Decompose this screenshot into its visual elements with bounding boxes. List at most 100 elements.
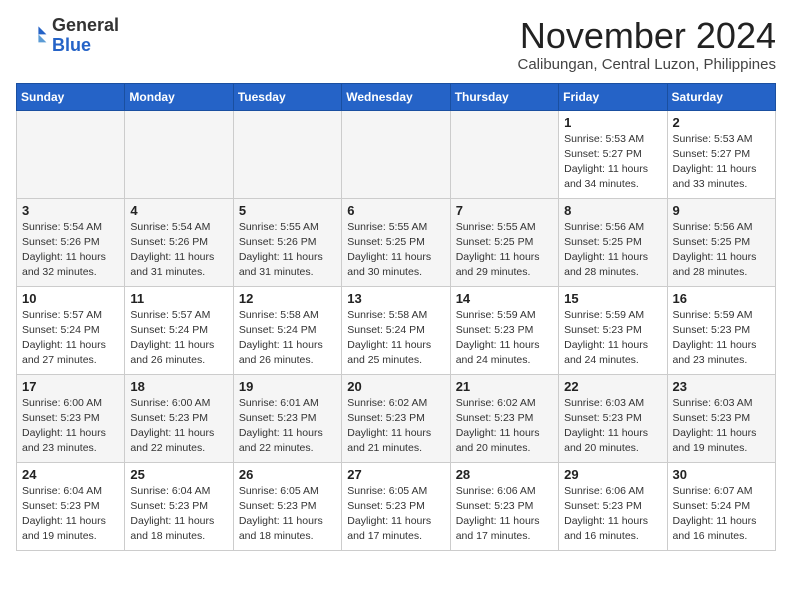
week-row-2: 3Sunrise: 5:54 AM Sunset: 5:26 PM Daylig… [17, 198, 776, 286]
calendar-cell [17, 110, 125, 198]
day-number: 20 [347, 379, 444, 394]
day-number: 26 [239, 467, 336, 482]
calendar-cell: 4Sunrise: 5:54 AM Sunset: 5:26 PM Daylig… [125, 198, 233, 286]
calendar-cell: 8Sunrise: 5:56 AM Sunset: 5:25 PM Daylig… [559, 198, 667, 286]
day-info: Sunrise: 6:01 AM Sunset: 5:23 PM Dayligh… [239, 396, 336, 457]
day-number: 28 [456, 467, 553, 482]
day-info: Sunrise: 6:03 AM Sunset: 5:23 PM Dayligh… [564, 396, 661, 457]
week-row-5: 24 Sunrise: 6:04 AM Sunset: 5:23 PM Dayli… [17, 462, 776, 550]
calendar-cell: 16 Sunrise: 5:59 AM Sunset: 5:23 PM Dayli… [667, 286, 775, 374]
day-number: 13 [347, 291, 444, 306]
day-info: Sunrise: 5:57 AM Sunset: 5:24 PM Dayligh… [22, 308, 119, 369]
day-info: Sunrise: 5:58 AM Sunset: 5:24 PM Dayligh… [347, 308, 444, 369]
calendar-cell: 20Sunrise: 6:02 AM Sunset: 5:23 PM Dayli… [342, 374, 450, 462]
calendar-cell [233, 110, 341, 198]
day-info: Sunrise: 5:58 AM Sunset: 5:24 PM Dayligh… [239, 308, 336, 369]
logo: General Blue [16, 16, 119, 56]
calendar-cell: 19 Sunrise: 6:01 AM Sunset: 5:23 PM Dayli… [233, 374, 341, 462]
calendar-cell: 2Sunrise: 5:53 AM Sunset: 5:27 PM Daylig… [667, 110, 775, 198]
day-number: 25 [130, 467, 227, 482]
calendar-cell: 9 Sunrise: 5:56 AM Sunset: 5:25 PM Daylig… [667, 198, 775, 286]
logo-icon [16, 20, 48, 52]
day-info: Sunrise: 5:56 AM Sunset: 5:25 PM Dayligh… [564, 220, 661, 281]
logo-general: General [52, 15, 119, 35]
title-block: November 2024 Calibungan, Central Luzon,… [517, 16, 776, 73]
calendar-cell: 17 Sunrise: 6:00 AM Sunset: 5:23 PM Dayli… [17, 374, 125, 462]
day-number: 17 [22, 379, 119, 394]
calendar-cell: 26 Sunrise: 6:05 AM Sunset: 5:23 PM Dayli… [233, 462, 341, 550]
day-info: Sunrise: 6:04 AM Sunset: 5:23 PM Dayligh… [130, 484, 227, 545]
calendar-cell: 5 Sunrise: 5:55 AM Sunset: 5:26 PM Daylig… [233, 198, 341, 286]
day-number: 22 [564, 379, 661, 394]
location-subtitle: Calibungan, Central Luzon, Philippines [517, 56, 776, 73]
week-row-4: 17 Sunrise: 6:00 AM Sunset: 5:23 PM Dayli… [17, 374, 776, 462]
calendar-cell: 6 Sunrise: 5:55 AM Sunset: 5:25 PM Daylig… [342, 198, 450, 286]
day-number: 1 [564, 115, 661, 130]
calendar-cell: 13 Sunrise: 5:58 AM Sunset: 5:24 PM Dayli… [342, 286, 450, 374]
day-info: Sunrise: 5:57 AM Sunset: 5:24 PM Dayligh… [130, 308, 227, 369]
calendar-cell: 21 Sunrise: 6:02 AM Sunset: 5:23 PM Dayli… [450, 374, 558, 462]
day-number: 5 [239, 203, 336, 218]
day-number: 11 [130, 291, 227, 306]
calendar-cell: 10 Sunrise: 5:57 AM Sunset: 5:24 PM Dayli… [17, 286, 125, 374]
day-info: Sunrise: 6:00 AM Sunset: 5:23 PM Dayligh… [22, 396, 119, 457]
day-info: Sunrise: 5:55 AM Sunset: 5:25 PM Dayligh… [456, 220, 553, 281]
weekday-header-row: SundayMondayTuesdayWednesdayThursdayFrid… [17, 83, 776, 110]
day-number: 21 [456, 379, 553, 394]
day-number: 30 [673, 467, 770, 482]
calendar-cell: 15Sunrise: 5:59 AM Sunset: 5:23 PM Dayli… [559, 286, 667, 374]
day-number: 18 [130, 379, 227, 394]
calendar-cell: 3Sunrise: 5:54 AM Sunset: 5:26 PM Daylig… [17, 198, 125, 286]
day-info: Sunrise: 6:05 AM Sunset: 5:23 PM Dayligh… [347, 484, 444, 545]
day-number: 7 [456, 203, 553, 218]
day-info: Sunrise: 6:00 AM Sunset: 5:23 PM Dayligh… [130, 396, 227, 457]
day-info: Sunrise: 5:59 AM Sunset: 5:23 PM Dayligh… [673, 308, 770, 369]
week-row-1: 1 Sunrise: 5:53 AM Sunset: 5:27 PM Daylig… [17, 110, 776, 198]
weekday-header-sunday: Sunday [17, 83, 125, 110]
calendar-cell: 22 Sunrise: 6:03 AM Sunset: 5:23 PM Dayli… [559, 374, 667, 462]
weekday-header-wednesday: Wednesday [342, 83, 450, 110]
calendar-cell: 25 Sunrise: 6:04 AM Sunset: 5:23 PM Dayli… [125, 462, 233, 550]
calendar-cell: 23Sunrise: 6:03 AM Sunset: 5:23 PM Dayli… [667, 374, 775, 462]
day-number: 24 [22, 467, 119, 482]
day-info: Sunrise: 5:55 AM Sunset: 5:26 PM Dayligh… [239, 220, 336, 281]
weekday-header-saturday: Saturday [667, 83, 775, 110]
month-title: November 2024 [517, 16, 776, 56]
logo-text: General Blue [52, 16, 119, 56]
calendar-cell [342, 110, 450, 198]
day-info: Sunrise: 6:05 AM Sunset: 5:23 PM Dayligh… [239, 484, 336, 545]
day-number: 12 [239, 291, 336, 306]
calendar-cell: 28 Sunrise: 6:06 AM Sunset: 5:23 PM Dayli… [450, 462, 558, 550]
calendar-cell: 12 Sunrise: 5:58 AM Sunset: 5:24 PM Dayli… [233, 286, 341, 374]
day-number: 6 [347, 203, 444, 218]
calendar-cell: 27 Sunrise: 6:05 AM Sunset: 5:23 PM Dayli… [342, 462, 450, 550]
day-info: Sunrise: 5:56 AM Sunset: 5:25 PM Dayligh… [673, 220, 770, 281]
day-number: 27 [347, 467, 444, 482]
day-number: 9 [673, 203, 770, 218]
day-info: Sunrise: 6:02 AM Sunset: 5:23 PM Dayligh… [456, 396, 553, 457]
week-row-3: 10 Sunrise: 5:57 AM Sunset: 5:24 PM Dayli… [17, 286, 776, 374]
day-number: 23 [673, 379, 770, 394]
day-info: Sunrise: 5:55 AM Sunset: 5:25 PM Dayligh… [347, 220, 444, 281]
weekday-header-thursday: Thursday [450, 83, 558, 110]
calendar-cell: 11 Sunrise: 5:57 AM Sunset: 5:24 PM Dayli… [125, 286, 233, 374]
calendar-cell [125, 110, 233, 198]
calendar-cell: 7 Sunrise: 5:55 AM Sunset: 5:25 PM Daylig… [450, 198, 558, 286]
calendar-table: SundayMondayTuesdayWednesdayThursdayFrid… [16, 83, 776, 551]
day-number: 16 [673, 291, 770, 306]
page-header: General Blue November 2024 Calibungan, C… [16, 16, 776, 73]
calendar-cell: 14Sunrise: 5:59 AM Sunset: 5:23 PM Dayli… [450, 286, 558, 374]
calendar-cell: 24 Sunrise: 6:04 AM Sunset: 5:23 PM Dayli… [17, 462, 125, 550]
calendar-cell [450, 110, 558, 198]
day-info: Sunrise: 6:06 AM Sunset: 5:23 PM Dayligh… [456, 484, 553, 545]
day-info: Sunrise: 5:54 AM Sunset: 5:26 PM Dayligh… [22, 220, 119, 281]
day-info: Sunrise: 5:59 AM Sunset: 5:23 PM Dayligh… [564, 308, 661, 369]
weekday-header-monday: Monday [125, 83, 233, 110]
day-info: Sunrise: 6:04 AM Sunset: 5:23 PM Dayligh… [22, 484, 119, 545]
logo-blue: Blue [52, 35, 91, 55]
day-info: Sunrise: 5:53 AM Sunset: 5:27 PM Dayligh… [564, 132, 661, 193]
day-number: 19 [239, 379, 336, 394]
day-number: 10 [22, 291, 119, 306]
weekday-header-friday: Friday [559, 83, 667, 110]
day-number: 2 [673, 115, 770, 130]
